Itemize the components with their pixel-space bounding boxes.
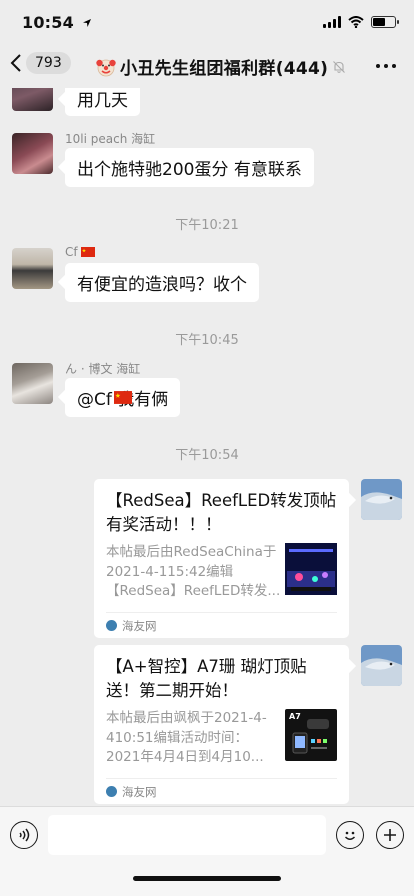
card-thumbnail: A7 [285,709,337,761]
status-icons [323,16,399,28]
plus-icon[interactable] [376,821,404,849]
more-dots-icon[interactable] [376,64,396,68]
card-source-label: 海友网 [122,618,157,633]
site-icon [106,620,117,631]
my-avatar[interactable] [361,645,402,686]
voice-icon[interactable] [10,821,38,849]
back-button[interactable]: 793 [10,52,71,74]
unread-count-badge: 793 [26,52,71,74]
status-time: 10:54 [22,13,92,32]
card-title: 【RedSea】ReefLED转发顶帖有奖活动！！！ [106,491,337,534]
avatar[interactable] [12,248,53,289]
chat-title-group[interactable]: 小丑先生组团福利群(444) [96,54,346,79]
home-indicator[interactable] [133,876,281,881]
message-text: 有便宜的造浪吗？收个 [77,275,247,295]
clown-face-icon [96,59,116,76]
link-card[interactable]: 【A+智控】A7珊 瑚灯顶贴送！第二期开始！ 本帖最后由飒枫于2021-4-41… [94,645,349,804]
card-source: 海友网 [106,612,337,638]
timestamp: 下午10:21 [175,218,239,233]
timestamp: 下午10:45 [175,333,239,348]
china-flag-icon [114,391,132,404]
card-source: 海友网 [106,778,337,804]
china-flag-icon [81,247,96,257]
message-input[interactable] [48,815,326,855]
time-text: 10:54 [22,13,74,32]
chat-title: 小丑先生组团福利群(444) [120,59,329,79]
status-bar: 10:54 [0,0,414,46]
message-text: 用几天 [77,90,128,111]
card-description: 本帖最后由RedSeaChina于2021-4-115:42编辑【RedSea】… [106,544,281,599]
chat-area[interactable]: 用几天 10li peach 海缸 出个施特驰200蛋分 有意联系 下午10:2… [0,88,414,806]
sender-name-text: Cf [65,245,78,259]
sender-name: ん · 博文 海缸 [65,362,141,376]
link-card[interactable]: 【RedSea】ReefLED转发顶帖有奖活动！！！ 本帖最后由RedSeaCh… [94,479,349,638]
sender-name: Cf [65,245,96,259]
site-icon [106,786,117,797]
message-bubble[interactable]: 用几天 [65,88,140,116]
message-bubble[interactable]: 出个施特驰200蛋分 有意联系 [65,148,314,187]
message-text: 出个施特驰200蛋分 有意联系 [77,160,302,180]
sender-name: 10li peach 海缸 [65,132,156,146]
card-description: 本帖最后由飒枫于2021-4-410:51编辑活动时间：2021年4月4日到4月… [106,710,267,765]
my-avatar[interactable] [361,479,402,520]
chevron-left-icon [10,54,21,72]
avatar[interactable] [12,133,53,174]
bell-slash-icon [333,60,346,73]
message-bubble[interactable]: 有便宜的造浪吗？收个 [65,263,259,302]
location-arrow-icon [82,19,91,27]
card-title: 【A+智控】A7珊 瑚灯顶贴送！第二期开始！ [106,657,307,700]
wifi-icon [348,16,364,28]
card-thumbnail [285,543,337,595]
avatar[interactable] [12,363,53,404]
nav-bar: 793 小丑先生组团福利群(444) [0,46,414,88]
emoji-icon[interactable] [336,821,364,849]
battery-icon [371,16,399,28]
input-bar [0,806,414,896]
avatar[interactable] [12,88,53,111]
timestamp: 下午10:54 [175,448,239,463]
card-source-label: 海友网 [122,784,157,799]
message-bubble[interactable]: @Cf 我有俩 [65,378,181,417]
cellular-signal-icon [323,16,341,28]
